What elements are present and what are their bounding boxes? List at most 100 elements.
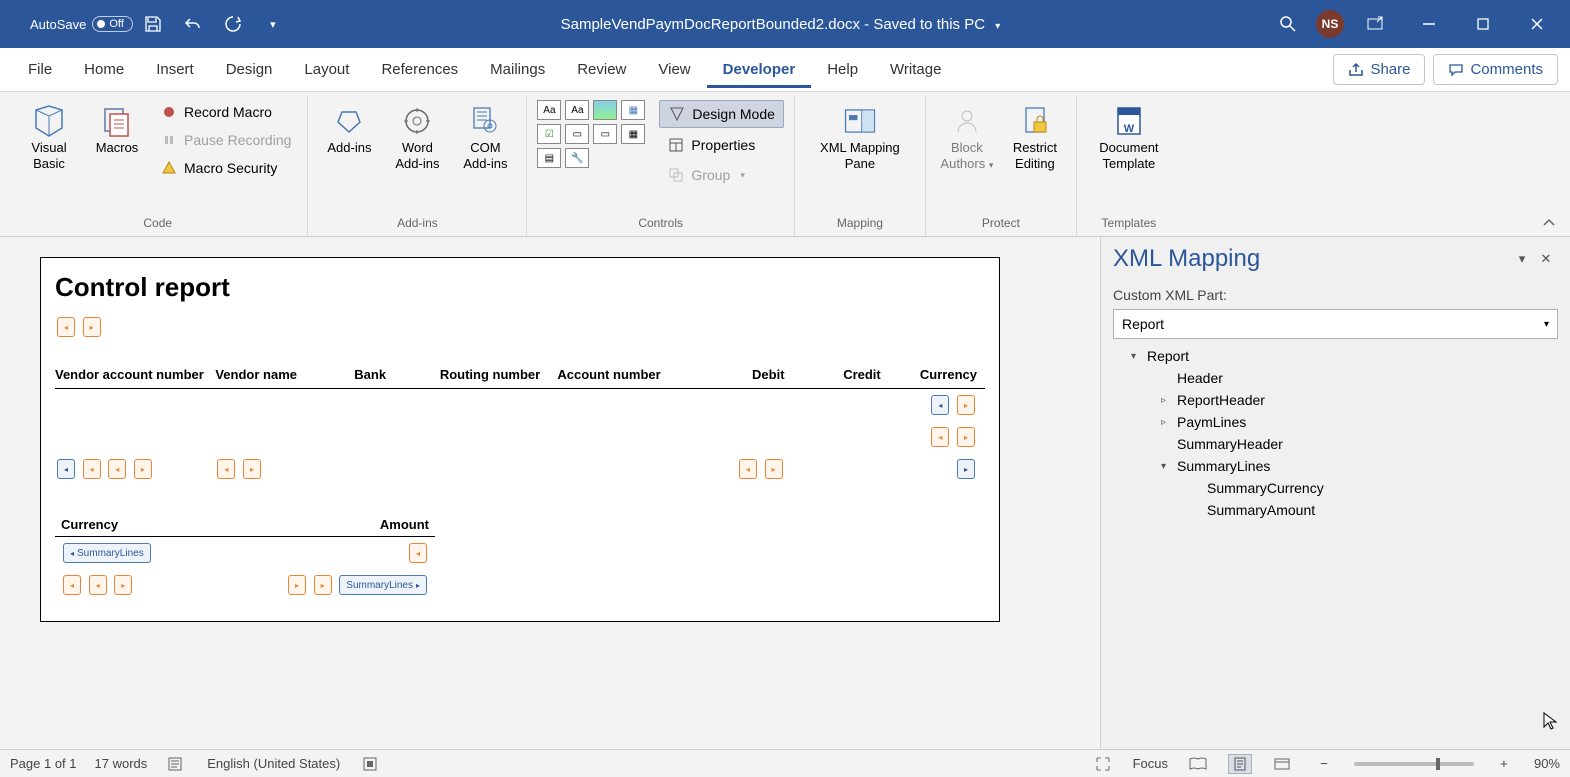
content-control-tag[interactable]: ◂ [57, 459, 75, 479]
share-button[interactable]: Share [1333, 54, 1425, 85]
content-control-tag[interactable]: ◂ [739, 459, 757, 479]
focus-label[interactable]: Focus [1133, 756, 1168, 771]
pane-options-icon[interactable]: ▾ [1510, 247, 1534, 271]
undo-icon[interactable] [177, 8, 209, 40]
document-area[interactable]: Control report ◂ ▸ Vendor account number… [0, 237, 1100, 749]
rich-text-control-icon[interactable]: Aa [537, 100, 561, 120]
close-icon[interactable] [1514, 8, 1560, 40]
tree-node-report-header[interactable]: ▹ReportHeader [1113, 389, 1558, 411]
content-control-tag[interactable]: ◂ [89, 575, 107, 595]
zoom-thumb[interactable] [1436, 758, 1440, 770]
tab-writage[interactable]: Writage [874, 51, 957, 88]
page-indicator[interactable]: Page 1 of 1 [10, 756, 77, 771]
tab-references[interactable]: References [365, 51, 474, 88]
building-block-control-icon[interactable]: ▦ [621, 100, 645, 120]
content-control-tag[interactable]: ▸ [114, 575, 132, 595]
addins-button[interactable]: Add-ins [318, 100, 380, 160]
macro-security-button[interactable]: Macro Security [154, 156, 297, 180]
content-control-tag[interactable]: ▸ [83, 317, 101, 337]
save-icon[interactable] [137, 8, 169, 40]
tab-design[interactable]: Design [210, 51, 289, 88]
pane-close-icon[interactable]: ✕ [1534, 247, 1558, 271]
spellcheck-icon[interactable] [165, 754, 189, 774]
focus-mode-icon[interactable] [1091, 754, 1115, 774]
content-control-tag[interactable]: ◂ [409, 543, 427, 563]
tab-developer[interactable]: Developer [707, 51, 812, 88]
tree-node-paym-lines[interactable]: ▹PaymLines [1113, 411, 1558, 433]
zoom-slider[interactable] [1354, 762, 1474, 766]
macros-button[interactable]: Macros [86, 100, 148, 160]
tree-node-header[interactable]: Header [1113, 367, 1558, 389]
zoom-in-icon[interactable]: + [1492, 754, 1516, 774]
picture-control-icon[interactable] [593, 100, 617, 120]
content-control-tag[interactable]: ◂ [83, 459, 101, 479]
title-dropdown-icon[interactable]: ▾ [995, 21, 1000, 32]
tab-mailings[interactable]: Mailings [474, 51, 561, 88]
search-icon[interactable] [1272, 8, 1304, 40]
table-row[interactable]: ◂ ◂ ▸ ▸ ▸ SummaryLines▸ [55, 569, 435, 601]
content-control-tag[interactable]: ▸ [243, 459, 261, 479]
visual-basic-button[interactable]: Visual Basic [18, 100, 80, 175]
restrict-editing-button[interactable]: Restrict Editing [1004, 100, 1066, 175]
dropdown-control-icon[interactable]: ▭ [593, 124, 617, 144]
macro-status-icon[interactable] [358, 754, 382, 774]
tab-review[interactable]: Review [561, 51, 642, 88]
print-layout-icon[interactable] [1228, 754, 1252, 774]
content-control-summary-lines[interactable]: ◂SummaryLines [63, 543, 151, 563]
content-control-row[interactable]: ◂ ▸ [55, 315, 985, 339]
content-control-tag[interactable]: ◂ [217, 459, 235, 479]
document-template-button[interactable]: W Document Template [1087, 100, 1171, 175]
tab-file[interactable]: File [12, 51, 68, 88]
minimize-icon[interactable] [1406, 8, 1452, 40]
com-addins-button[interactable]: COM Add-ins [454, 100, 516, 175]
redo-icon[interactable] [217, 8, 249, 40]
tree-node-summary-lines[interactable]: ▾SummaryLines [1113, 455, 1558, 477]
content-control-tag[interactable]: ▸ [957, 427, 975, 447]
block-authors-button[interactable]: Block Authors ▾ [936, 100, 998, 175]
tab-view[interactable]: View [642, 51, 706, 88]
group-button[interactable]: Group ▾ [659, 162, 784, 188]
zoom-out-icon[interactable]: − [1312, 754, 1336, 774]
autosave-toggle[interactable]: Off [92, 16, 132, 32]
content-control-gallery[interactable]: Aa Aa ▦ ☑ ▭ ▭ ▦ ▤ 🔧 [537, 100, 645, 168]
tab-insert[interactable]: Insert [140, 51, 210, 88]
word-addins-button[interactable]: Word Add-ins [386, 100, 448, 175]
qat-customize-icon[interactable]: ▾ [257, 8, 289, 40]
tree-node-report[interactable]: ▾Report [1113, 345, 1558, 367]
word-count[interactable]: 17 words [95, 756, 148, 771]
tab-layout[interactable]: Layout [288, 51, 365, 88]
record-macro-button[interactable]: Record Macro [154, 100, 297, 124]
tree-node-summary-currency[interactable]: SummaryCurrency [1113, 477, 1558, 499]
content-control-tag[interactable]: ▸ [288, 575, 306, 595]
content-control-tag[interactable]: ◂ [931, 427, 949, 447]
xml-mapping-pane-button[interactable]: XML Mapping Pane [805, 100, 915, 175]
custom-xml-part-select[interactable]: Report ▾ [1113, 309, 1558, 339]
checkbox-control-icon[interactable]: ☑ [537, 124, 561, 144]
datepicker-control-icon[interactable]: ▦ [621, 124, 645, 144]
content-control-tag[interactable]: ◂ [108, 459, 126, 479]
tab-help[interactable]: Help [811, 51, 874, 88]
combobox-control-icon[interactable]: ▭ [565, 124, 589, 144]
content-control-tag[interactable]: ▸ [314, 575, 332, 595]
properties-button[interactable]: Properties [659, 132, 784, 158]
language-indicator[interactable]: English (United States) [207, 756, 340, 771]
ribbon-display-icon[interactable] [1352, 8, 1398, 40]
content-control-tag[interactable]: ▸ [957, 459, 975, 479]
read-mode-icon[interactable] [1186, 754, 1210, 774]
zoom-level[interactable]: 90% [1534, 756, 1560, 771]
table-row[interactable]: ◂ ◂ ◂ ▸ ◂ ▸ ◂ ▸ [55, 453, 985, 485]
repeating-control-icon[interactable]: ▤ [537, 148, 561, 168]
tab-home[interactable]: Home [68, 51, 140, 88]
content-control-tag[interactable]: ◂ [931, 395, 949, 415]
legacy-tools-icon[interactable]: 🔧 [565, 148, 589, 168]
plain-text-control-icon[interactable]: Aa [565, 100, 589, 120]
collapse-ribbon-icon[interactable] [1536, 210, 1562, 236]
content-control-tag[interactable]: ▸ [957, 395, 975, 415]
content-control-tag[interactable]: ▸ [765, 459, 783, 479]
content-control-tag[interactable]: ◂ [57, 317, 75, 337]
web-layout-icon[interactable] [1270, 754, 1294, 774]
table-row[interactable]: ◂ ▸ [55, 421, 985, 453]
tree-node-summary-amount[interactable]: SummaryAmount [1113, 499, 1558, 521]
maximize-icon[interactable] [1460, 8, 1506, 40]
user-avatar[interactable]: NS [1316, 10, 1344, 38]
